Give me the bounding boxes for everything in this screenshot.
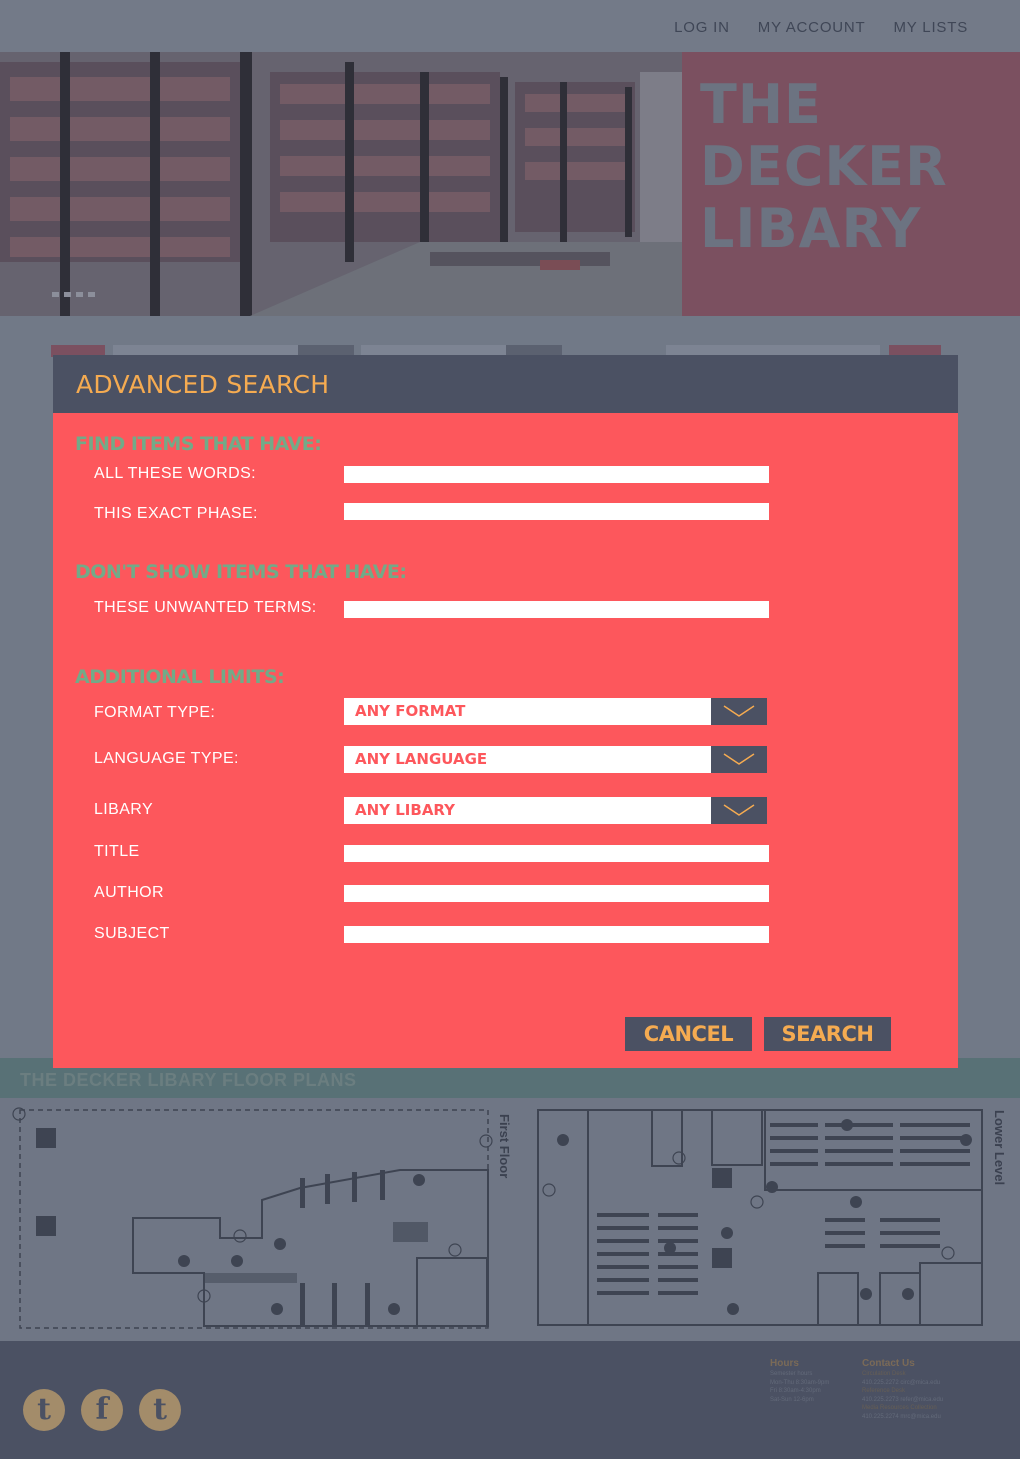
tumblr-icon[interactable]: t [139, 1389, 181, 1431]
advanced-search-modal: ADVANCED SEARCH FIND ITEMS THAT HAVE: AL… [53, 355, 958, 1068]
modal-header: ADVANCED SEARCH [53, 355, 958, 413]
library-label: LIBARY [94, 801, 154, 818]
modal-title: ADVANCED SEARCH [76, 370, 330, 399]
language-type-value: ANY LANGUAGE [355, 750, 488, 768]
floor-plans-title: THE DECKER LIBARY FLOOR PLANS [20, 1070, 357, 1090]
hero-banner: THE DECKER LIBARY [0, 52, 1020, 316]
contact-line: Circulation Desk [862, 1371, 906, 1377]
footer: t f t Hours Semester hours Mon-Thu 8:30a… [0, 1341, 1020, 1459]
search-button[interactable]: SEARCH [764, 1017, 891, 1051]
author-input[interactable] [344, 885, 769, 902]
library-title-line: DECKER [700, 135, 948, 198]
library-title: THE DECKER LIBARY [700, 74, 1000, 260]
chevron-down-icon[interactable] [711, 746, 767, 773]
library-title-line: LIBARY [700, 197, 922, 260]
contact-line: Media Resources Collection [862, 1405, 937, 1411]
twitter-icon[interactable]: t [23, 1389, 65, 1431]
facebook-icon[interactable]: f [81, 1389, 123, 1431]
library-select[interactable]: ANY LIBARY [344, 797, 767, 824]
carousel-dots[interactable] [52, 292, 95, 297]
contact-heading: Contact Us [862, 1358, 915, 1369]
title-input[interactable] [344, 845, 769, 862]
library-title-line: THE [700, 73, 822, 136]
author-label: AUTHOR [94, 884, 164, 901]
language-type-label: LANGUAGE TYPE: [94, 750, 239, 767]
hero-library-photo [0, 52, 682, 316]
carousel-dot[interactable] [76, 292, 83, 297]
all-words-label: ALL THESE WORDS: [94, 465, 256, 482]
subject-label: SUBJECT [94, 925, 170, 942]
login-link[interactable]: LOG IN [674, 19, 730, 36]
unwanted-terms-label: THESE UNWANTED TERMS: [94, 599, 317, 616]
floor-plans: First Floor Lower Level [0, 1098, 1020, 1341]
hours-line: Sat-Sun 12-6pm [770, 1396, 814, 1403]
lower-level-label: Lower Level [992, 1110, 1007, 1186]
title-label: TITLE [94, 843, 140, 860]
chevron-down-icon[interactable] [711, 797, 767, 824]
unwanted-terms-input[interactable] [344, 601, 769, 618]
chevron-down-icon[interactable] [711, 698, 767, 725]
contact-line[interactable]: 410.225.2274 mrc@mica.edu [862, 1413, 943, 1422]
all-words-input[interactable] [344, 466, 769, 483]
top-bar: LOG IN MY ACCOUNT MY LISTS [0, 0, 1020, 52]
dont-show-heading: DON'T SHOW ITEMS THAT HAVE: [75, 561, 407, 583]
additional-limits-heading: ADDITIONAL LIMITS: [75, 666, 285, 688]
contact-line[interactable]: 410.225.2273 refer@mica.edu [862, 1396, 943, 1405]
library-value: ANY LIBARY [355, 801, 456, 819]
hero-title-box: THE DECKER LIBARY [682, 52, 1020, 316]
top-nav: LOG IN MY ACCOUNT MY LISTS [674, 19, 968, 36]
cancel-button[interactable]: CANCEL [625, 1017, 752, 1051]
my-account-link[interactable]: MY ACCOUNT [758, 19, 866, 36]
format-type-label: FORMAT TYPE: [94, 704, 216, 721]
my-lists-link[interactable]: MY LISTS [894, 19, 968, 36]
footer-hours: Hours Semester hours Mon-Thu 8:30am-9pm … [770, 1357, 829, 1404]
carousel-dot[interactable] [64, 292, 71, 297]
hours-line: Mon-Thu 8:30am-9pm [770, 1379, 830, 1386]
carousel-dot[interactable] [88, 292, 95, 297]
contact-line: Reference Desk [862, 1388, 906, 1394]
subject-input[interactable] [344, 926, 769, 943]
language-type-select[interactable]: ANY LANGUAGE [344, 746, 767, 773]
contact-line[interactable]: 410.225.2272 circ@mica.edu [862, 1379, 943, 1388]
hours-heading: Hours [770, 1358, 799, 1369]
exact-phrase-label: THIS EXACT PHASE: [94, 505, 258, 522]
format-type-value: ANY FORMAT [355, 702, 466, 720]
find-items-heading: FIND ITEMS THAT HAVE: [75, 433, 322, 455]
first-floor-label: First Floor [497, 1114, 512, 1179]
carousel-dot[interactable] [52, 292, 59, 297]
format-type-select[interactable]: ANY FORMAT [344, 698, 767, 725]
hours-line: Fri 8:30am-4:30pm [770, 1388, 821, 1394]
footer-contact: Contact Us Circulation Desk 410.225.2272… [862, 1357, 943, 1421]
hours-line: Semester hours [770, 1371, 813, 1377]
exact-phrase-input[interactable] [344, 503, 769, 520]
